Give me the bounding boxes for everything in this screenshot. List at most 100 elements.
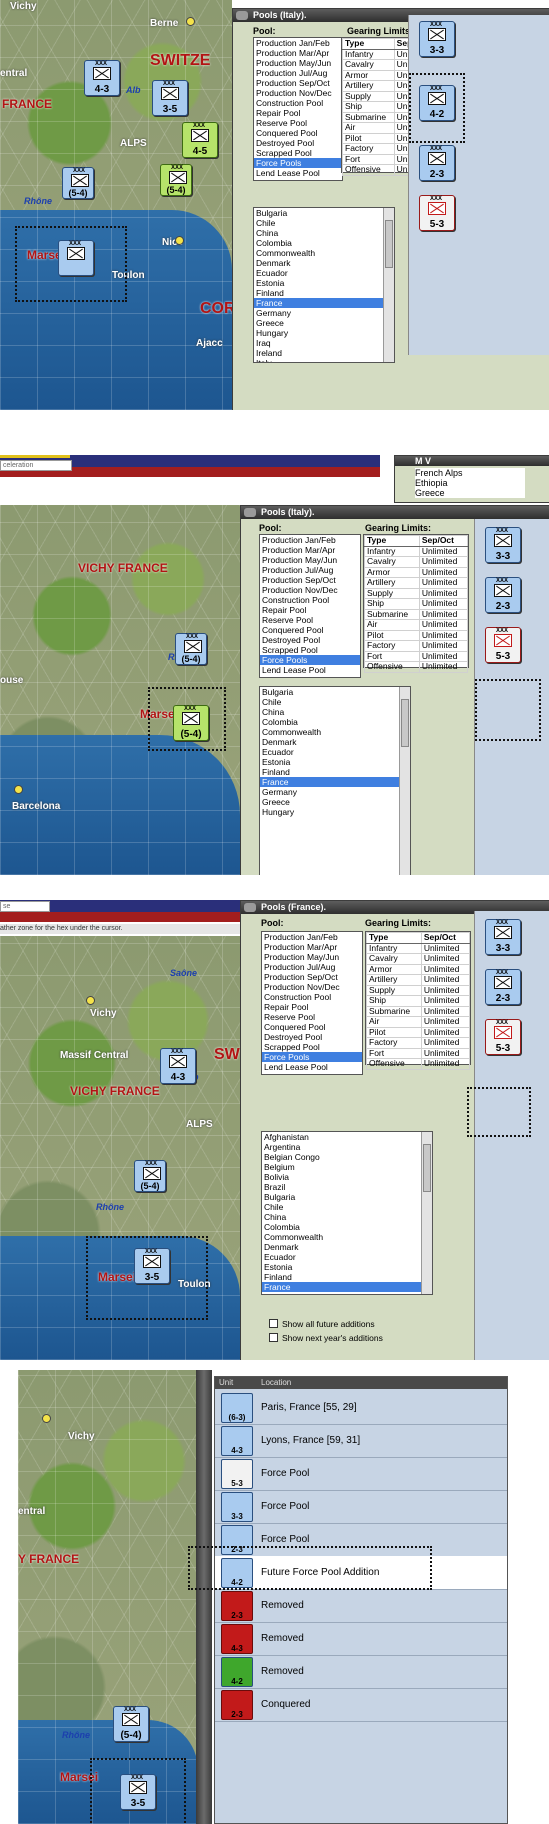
pool-item[interactable]: Reserve Pool [260,615,360,625]
window-titlebar[interactable]: Pools (Italy). [241,506,549,519]
country-item[interactable]: Chile [262,1202,432,1212]
list-item[interactable]: French Alps [415,468,525,478]
country-item[interactable]: Estonia [260,757,410,767]
scrollbar[interactable] [421,1132,432,1294]
country-item[interactable]: Colombia [254,238,394,248]
pool-item[interactable]: Conquered Pool [260,625,360,635]
country-item[interactable]: Colombia [262,1222,432,1232]
unit-counter[interactable]: 2-3 [221,1591,253,1621]
pool-item[interactable]: Scrapped Pool [254,148,342,158]
checkbox[interactable] [269,1319,278,1328]
country-item[interactable]: Ecuador [260,747,410,757]
list-item[interactable]: Greece [415,488,525,498]
country-item[interactable]: Belgian Congo [262,1152,432,1162]
country-item[interactable]: Greece [254,318,394,328]
pool-item[interactable]: Construction Pool [262,992,362,1002]
map-counter[interactable]: XXX (5-4) [62,167,94,199]
list-item[interactable]: Ethiopia [415,478,525,488]
country-item[interactable]: Commonwealth [262,1232,432,1242]
pool-list[interactable]: Production Jan/Feb Production Mar/Apr Prod… [261,931,363,1075]
map-counter[interactable]: XXX (5-4) [134,1160,166,1192]
map-counter[interactable]: XXX (5-4) [175,633,207,665]
country-item[interactable]: Commonwealth [254,248,394,258]
country-item[interactable]: Bulgaria [260,687,410,697]
unit-counter-dakar[interactable]: XXX 5-3 [485,627,521,663]
pool-item[interactable]: Scrapped Pool [260,645,360,655]
pool-item[interactable]: Production Jul/Aug [262,962,362,972]
unit-counter[interactable]: 5-3 [221,1459,253,1489]
unit-row[interactable]: 4-3 Lyons, France [59, 31] [215,1424,507,1458]
map-counter[interactable]: XXX 4-3 [160,1048,196,1084]
pool-item[interactable]: Production Jul/Aug [260,565,360,575]
scrollbar[interactable] [383,208,394,362]
country-item[interactable]: Germany [260,787,410,797]
country-item[interactable]: Hungary [254,328,394,338]
scroll-thumb[interactable] [423,1144,431,1192]
country-list[interactable]: Bulgaria Chile China Colombia Commonwealth De… [253,207,395,363]
pool-list[interactable]: Production Jan/Feb Production Mar/Apr Prod… [259,534,361,678]
map-view[interactable]: Vichy Saône Massif Central VICHY FRANCE … [0,936,240,1360]
pool-item[interactable]: Lend Lease Pool [262,1062,362,1072]
map-view[interactable]: VICHY FRANCE Rhône ouse Marsei Barcelona… [0,505,240,875]
country-item[interactable]: Bolivia [262,1172,432,1182]
unit-counter[interactable]: (6-3) [221,1393,253,1423]
pool-item[interactable]: Production Jul/Aug [254,68,342,78]
pool-item[interactable]: Destroyed Pool [262,1032,362,1042]
country-item[interactable]: Argentina [262,1142,432,1152]
pool-item[interactable]: Production May/Jun [260,555,360,565]
country-item[interactable]: Belgium [262,1162,432,1172]
map-counter[interactable]: XXX 4-3 [84,60,120,96]
unit-counter-bordeaux[interactable]: XXX 2-3 [485,577,521,613]
pool-item[interactable]: Production Sep/Oct [262,972,362,982]
pool-item[interactable]: Conquered Pool [262,1022,362,1032]
map-counter[interactable]: XXX (5-4) [113,1706,149,1742]
col-location[interactable]: Location [261,1377,291,1389]
pool-item[interactable]: Destroyed Pool [260,635,360,645]
country-item[interactable]: Finland [254,288,394,298]
pool-item[interactable]: Reserve Pool [254,118,342,128]
scroll-thumb[interactable] [385,220,393,268]
unit-counter[interactable]: 4-3 [221,1624,253,1654]
map-counter[interactable]: XXX 3-5 [152,80,188,116]
pool-item[interactable]: Repair Pool [254,108,342,118]
pool-item[interactable]: Force Pools [262,1052,362,1062]
pool-item[interactable]: Construction Pool [260,595,360,605]
pool-item[interactable]: Production Mar/Apr [254,48,342,58]
country-item[interactable]: Italy [254,358,394,362]
pool-item[interactable]: Production May/Jun [262,952,362,962]
search-input[interactable]: celeration [0,460,72,471]
unit-location-list[interactable]: Unit Location (6-3) Paris, France [55, 29… [214,1376,508,1824]
pool-list[interactable]: Production Jan/Feb Production Mar/Apr Prod… [253,37,343,181]
checkbox-all-future[interactable]: Show all future additions [269,1319,375,1329]
pool-item[interactable]: Production Nov/Dec [260,585,360,595]
unit-counter[interactable]: 3-3 [221,1492,253,1522]
country-item[interactable]: Brazil [262,1182,432,1192]
pool-item[interactable]: Production Mar/Apr [260,545,360,555]
country-item[interactable]: Denmark [262,1242,432,1252]
country-item[interactable]: Denmark [260,737,410,747]
country-item[interactable]: France [254,298,394,308]
country-item[interactable]: Bulgaria [254,208,394,218]
pool-item[interactable]: Repair Pool [262,1002,362,1012]
unit-counter-dakar[interactable]: XXX 5-3 [419,195,455,231]
scroll-thumb[interactable] [401,699,409,747]
country-item[interactable]: Germany [254,308,394,318]
country-item[interactable]: Finland [262,1272,432,1282]
pool-item[interactable]: Production Jan/Feb [262,932,362,942]
pool-item[interactable]: Lend Lease Pool [254,168,342,178]
country-item[interactable]: Afghanistan [262,1132,432,1142]
pool-item[interactable]: Production Nov/Dec [262,982,362,992]
country-item[interactable]: Colombia [260,717,410,727]
country-item[interactable]: Finland [260,767,410,777]
unit-row[interactable]: 3-3 Force Pool [215,1490,507,1524]
unit-row[interactable]: 4-3 Removed [215,1622,507,1656]
window-titlebar[interactable]: M V [395,456,549,466]
pool-item[interactable]: Force Pools [254,158,342,168]
mv-list[interactable]: French Alps Ethiopia Greece [415,468,525,498]
country-item[interactable]: Commonwealth [260,727,410,737]
unit-row[interactable]: 4-2 Removed [215,1655,507,1689]
pool-item[interactable]: Construction Pool [254,98,342,108]
country-item[interactable]: Ireland [254,348,394,358]
country-item[interactable]: China [254,228,394,238]
country-item[interactable]: Estonia [254,278,394,288]
